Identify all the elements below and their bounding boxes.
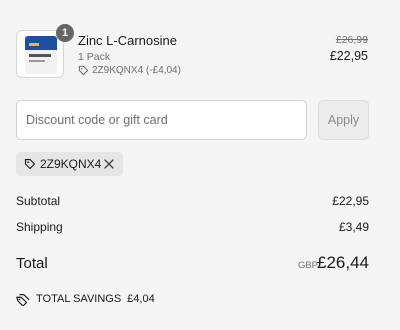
savings-value: £4,04 [127, 293, 155, 305]
applied-code-text: 2Z9KQNX4 [40, 157, 102, 171]
savings-label: TOTAL SAVINGS [36, 293, 122, 305]
product-variant: 1 Pack [78, 51, 111, 63]
line-price: £22,95 [329, 49, 368, 63]
subtotal-value: £22,95 [332, 194, 369, 208]
discount-code-input[interactable] [16, 100, 307, 140]
shipping-label: Shipping [16, 220, 63, 234]
total-savings: TOTAL SAVINGS £4,04 [16, 292, 155, 306]
quantity-badge: 1 [56, 24, 74, 42]
applied-code-chip: 2Z9KQNX4 [16, 152, 123, 176]
tag-icon [24, 158, 36, 170]
total-label: Total [16, 255, 48, 272]
product-name: Zinc L-Carnosine [78, 33, 177, 48]
savings-tag-icon [16, 294, 30, 306]
product-discount: 2Z9KQNX4 (-£4,04) [78, 65, 181, 76]
remove-code-close-icon[interactable] [102, 157, 116, 171]
product-discount-text: 2Z9KQNX4 (-£4,04) [92, 65, 181, 76]
subtotal-label: Subtotal [16, 194, 61, 208]
total-value: £26,44 [317, 253, 369, 272]
currency-code: GBP [297, 260, 318, 271]
original-price: £26,99 [335, 34, 368, 46]
supplement-pouch-icon [25, 36, 57, 74]
apply-button[interactable]: Apply [318, 100, 369, 140]
shipping-value: £3,49 [338, 220, 369, 234]
order-line-item: 1 Zinc L-Carnosine 1 Pack 2Z9KQNX4 (-£4,… [16, 24, 384, 80]
tag-icon [78, 65, 89, 76]
